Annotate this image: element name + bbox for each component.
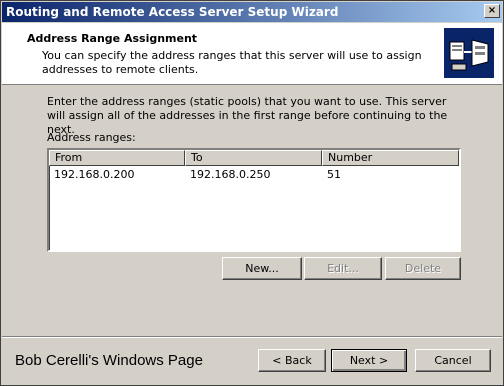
list-item[interactable]: 192.168.0.200 192.168.0.250 51 <box>49 167 459 183</box>
cell-to: 192.168.0.250 <box>190 168 271 181</box>
window-title: Routing and Remote Access Server Setup W… <box>6 5 339 19</box>
title-bar[interactable]: Routing and Remote Access Server Setup W… <box>2 2 502 22</box>
wizard-window: Routing and Remote Access Server Setup W… <box>0 0 504 386</box>
footer-divider <box>2 336 502 338</box>
address-ranges-list[interactable]: From To Number 192.168.0.200 192.168.0.2… <box>47 148 461 252</box>
edit-button[interactable]: Edit... <box>304 257 382 280</box>
column-header-to[interactable]: To <box>185 150 322 166</box>
cancel-button[interactable]: Cancel <box>415 349 491 372</box>
address-ranges-label: Address ranges: <box>47 131 136 144</box>
close-button[interactable]: × <box>484 4 500 18</box>
list-header: From To Number <box>49 150 459 166</box>
column-header-from[interactable]: From <box>49 150 185 166</box>
network-server-icon <box>444 28 494 78</box>
back-button[interactable]: < Back <box>258 349 326 372</box>
new-button[interactable]: New... <box>222 257 302 280</box>
cell-from: 192.168.0.200 <box>54 168 135 181</box>
page-subtitle: You can specify the address ranges that … <box>42 49 422 76</box>
cell-number: 51 <box>327 168 341 181</box>
footer-caption: Bob Cerelli's Windows Page <box>15 352 203 369</box>
delete-button[interactable]: Delete <box>385 257 461 280</box>
next-button[interactable]: Next > <box>331 349 407 372</box>
page-title: Address Range Assignment <box>27 32 198 45</box>
column-header-number[interactable]: Number <box>322 150 459 166</box>
wizard-header: Address Range Assignment You can specify… <box>2 23 502 85</box>
